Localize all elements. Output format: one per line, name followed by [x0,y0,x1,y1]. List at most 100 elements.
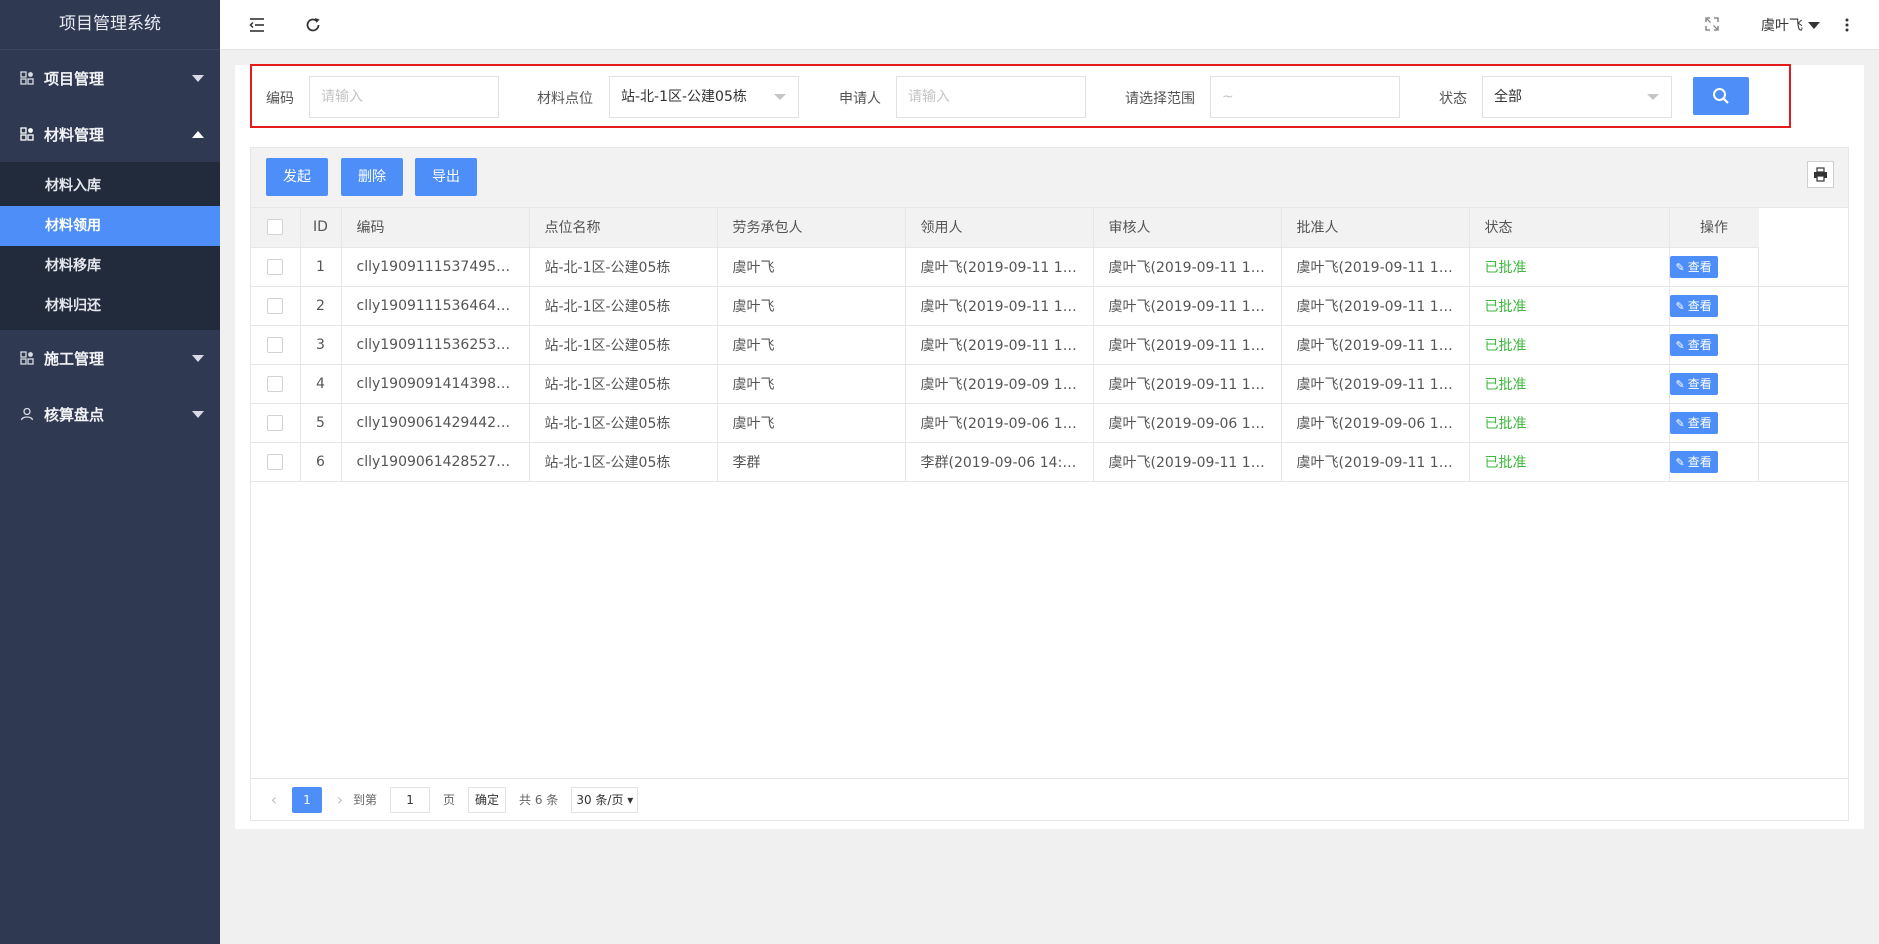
view-label: 查看 [1687,259,1712,274]
trash-icon: 🗑 [1735,455,1750,469]
view-button[interactable]: ✎ 查看 [1669,255,1718,278]
row-delete-button[interactable]: 🗑删除 [1729,411,1758,434]
view-button[interactable]: ✎ 查看 [1669,333,1718,356]
cell-status: 已批准 [1469,286,1670,326]
status-select[interactable]: 全部 [1482,76,1672,118]
table-row: 1 clly190911153749519 站-北-1区-公建05栋 虞叶飞 虞叶飞(2… [251,247,1848,287]
nav-construction-management[interactable]: 施工管理 [0,330,220,386]
cell-reviewer: 虞叶飞(2019-09-06 14:… [1093,403,1282,443]
row-actions-cell: ✎查看 🗑删除 [1669,286,1759,326]
location-value: 站-北-1区-公建05栋 [621,89,747,105]
delete-button[interactable]: 删除 [341,158,403,196]
nav-project-management[interactable]: 项目管理 [0,50,220,106]
cell-recipient: 虞叶飞(2019-09-11 15:… [905,247,1094,287]
prev-page-icon[interactable]: ‹ [266,790,282,809]
row-checkbox[interactable] [267,336,284,353]
user-icon [20,407,34,421]
cell-location: 站-北-1区-公建05栋 [529,286,718,326]
chevron-down-icon [192,74,204,82]
delete-label: 删除 [1753,260,1758,274]
select-all-checkbox[interactable] [267,219,284,236]
nav-label: 施工管理 [44,349,105,368]
cell-reviewer: 虞叶飞(2019-09-11 17:… [1093,247,1282,287]
current-page-button[interactable]: 1 [292,786,322,813]
goto-confirm-button[interactable]: 确定 [468,786,507,813]
more-vertical-icon[interactable] [1844,16,1850,34]
next-page-icon[interactable]: › [332,790,348,809]
row-select-cell [251,286,301,326]
table-row: 4 clly190909141439838 站-北-1区-公建05栋 虞叶飞 虞叶飞(2… [251,364,1848,404]
page-size-select[interactable]: 30 条/页 ▾ [571,786,639,813]
edit-icon: ✎ [1675,299,1685,313]
row-delete-button[interactable]: 🗑删除 [1729,333,1758,356]
cell-status: 已批准 [1469,325,1670,365]
row-delete-button[interactable]: 🗑删除 [1729,372,1758,395]
delete-label: 删除 [1753,377,1758,391]
row-actions-cell: ✎查看 🗑删除 [1669,442,1759,482]
nav-label: 核算盘点 [44,405,105,424]
row-checkbox[interactable] [267,258,284,275]
table-row: 6 clly190906142852765 站-北-1区-公建05栋 李群 李群(201… [251,442,1848,482]
nav-label: 项目管理 [44,69,105,88]
material-submenu: 材料入库 材料领用 材料移库 材料归还 [0,162,220,330]
code-input[interactable]: 请输入 [309,76,499,118]
sidebar-item-material-return[interactable]: 材料归还 [0,286,220,326]
cell-code: clly190911153646453 [341,286,530,326]
sidebar-item-material-inbound[interactable]: 材料入库 [0,166,220,206]
cell-id: 4 [300,364,342,404]
row-delete-button[interactable]: 🗑删除 [1729,450,1758,473]
cell-code: clly190911153749519 [341,247,530,287]
table-toolbar: 发起 删除 导出 [251,148,1848,208]
sidebar-item-material-requisition[interactable]: 材料领用 [0,206,220,246]
cell-code: clly190906142944284 [341,403,530,443]
cell-code: clly190911153625380 [341,325,530,365]
user-menu[interactable]: 虞叶飞 [1761,15,1820,35]
row-checkbox[interactable] [267,414,284,431]
row-checkbox[interactable] [267,297,284,314]
cell-recipient: 虞叶飞(2019-09-09 14:… [905,364,1094,404]
view-button[interactable]: ✎ 查看 [1669,450,1718,473]
chevron-up-icon [192,130,204,138]
refresh-icon[interactable] [304,16,322,34]
cell-status: 已批准 [1469,247,1670,287]
trash-icon: 🗑 [1735,377,1750,391]
cell-recipient: 虞叶飞(2019-09-06 14:… [905,403,1094,443]
view-label: 查看 [1687,454,1712,469]
cell-code: clly190909141439838 [341,364,530,404]
fullscreen-icon[interactable] [1705,17,1719,31]
range-label: 请选择范围 [1125,91,1195,107]
cell-recipient: 虞叶飞(2019-09-11 15:… [905,325,1094,365]
print-button[interactable] [1807,161,1834,188]
view-button[interactable]: ✎ 查看 [1669,294,1718,317]
header-code: 编码 [341,208,530,248]
delete-label: 删除 [1753,416,1758,430]
nav-group-material: 材料管理 材料入库 材料领用 材料移库 材料归还 [0,106,220,330]
view-label: 查看 [1687,298,1712,313]
table-row: 5 clly190906142944284 站-北-1区-公建05栋 虞叶飞 虞叶飞(2… [251,403,1848,443]
menu-collapse-icon[interactable] [248,16,266,34]
row-checkbox[interactable] [267,375,284,392]
location-select[interactable]: 站-北-1区-公建05栋 [609,76,799,118]
row-delete-button[interactable]: 🗑删除 [1729,294,1758,317]
data-table-container: 发起 删除 导出 ID 编码 点位名称 劳务承包人 领用人 审核人 批准人 状态… [250,147,1849,821]
search-button[interactable] [1693,77,1749,115]
trash-icon: 🗑 [1735,338,1750,352]
view-button[interactable]: ✎ 查看 [1669,411,1718,434]
edit-icon: ✎ [1675,416,1685,430]
sidebar-item-material-transfer[interactable]: 材料移库 [0,246,220,286]
applicant-input[interactable]: 请输入 [896,76,1086,118]
nav-material-management[interactable]: 材料管理 [0,106,220,162]
requisition-table: ID 编码 点位名称 劳务承包人 领用人 审核人 批准人 状态 操作 1 clly… [251,208,1848,482]
date-range-input[interactable]: ~ [1210,76,1400,118]
export-button[interactable]: 导出 [415,158,477,196]
view-button[interactable]: ✎ 查看 [1669,372,1718,395]
cell-recipient: 李群(2019-09-06 14:2… [905,442,1094,482]
row-delete-button[interactable]: 🗑删除 [1729,255,1758,278]
cell-approver: 虞叶飞(2019-09-11 17:… [1281,364,1470,404]
goto-page-input[interactable]: 1 [390,786,431,813]
cell-reviewer: 虞叶飞(2019-09-11 17:… [1093,325,1282,365]
nav-accounting-inventory[interactable]: 核算盘点 [0,386,220,442]
row-checkbox[interactable] [267,453,284,470]
start-button[interactable]: 发起 [266,158,328,196]
nav-label: 材料管理 [44,125,105,144]
